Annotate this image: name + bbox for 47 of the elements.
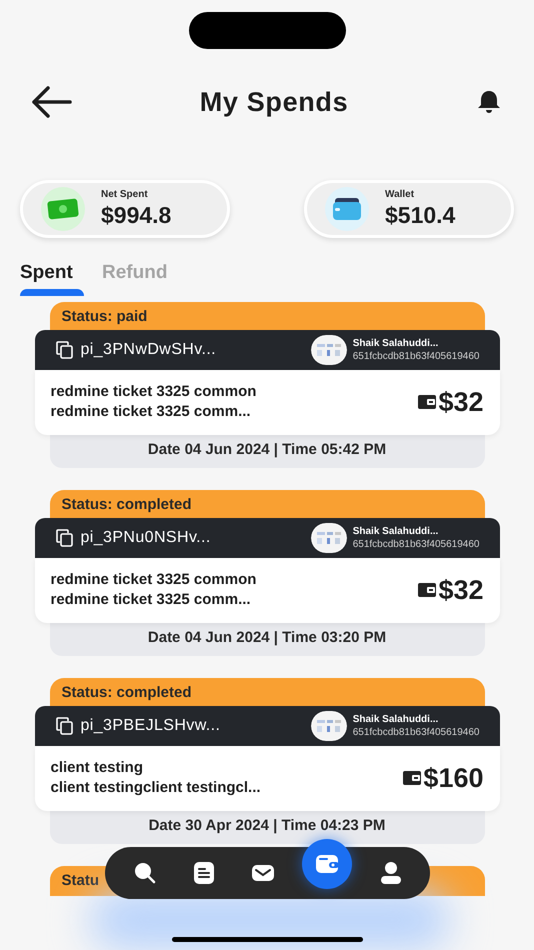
description-line: redmine ticket 3325 common — [50, 570, 256, 590]
status-label: Status: completed — [62, 684, 192, 700]
tab[interactable]: Spent — [20, 259, 84, 296]
summary-amount: $510.4 — [385, 201, 456, 229]
notification-icon[interactable] — [476, 89, 502, 115]
user-id: 651fcbcdb81b63f405619460 — [352, 538, 480, 550]
user-id: 651fcbcdb81b63f405619460 — [352, 726, 480, 738]
amount: $32 — [438, 574, 484, 607]
payment-id: pi_3PNwDwSHv... — [80, 340, 216, 360]
user-id: 651fcbcdb81b63f405619460 — [352, 350, 480, 362]
date-time: Date 30 Apr 2024 | Time 04:23 PM — [148, 816, 386, 836]
mail-icon[interactable] — [250, 864, 274, 882]
wallet-icon — [332, 197, 362, 221]
wallet-icon — [418, 395, 436, 409]
copy-icon[interactable] — [54, 340, 72, 358]
user-name: Shaik Salahuddi... — [352, 712, 440, 726]
nav-item[interactable] — [302, 839, 352, 889]
description-line: client testing — [50, 758, 144, 778]
cash-icon — [47, 198, 79, 220]
search-icon[interactable] — [132, 861, 156, 885]
copy-icon[interactable] — [54, 528, 72, 546]
description-line: redmine ticket 3325 comm... — [50, 590, 252, 610]
description-line: client testingclient testingcl... — [50, 778, 261, 798]
description-line: redmine ticket 3325 common — [50, 382, 256, 402]
summary-amount: $994.8 — [101, 201, 172, 229]
document-icon[interactable] — [192, 861, 214, 885]
profile-icon[interactable] — [380, 861, 402, 885]
status-label: Status: paid — [62, 308, 148, 324]
status-label: Status: completed — [62, 496, 192, 512]
wallet-icon — [418, 583, 436, 597]
status-label: Statu — [62, 872, 99, 888]
wallet-icon — [403, 771, 422, 785]
page-title: My Spends — [198, 86, 350, 119]
summary-label: Wallet — [385, 189, 416, 201]
payment-id: pi_3PBEJLSHvw... — [80, 716, 220, 736]
summary-label: Net Spent — [101, 189, 149, 201]
date-time: Date 04 Jun 2024 | Time 03:20 PM — [148, 628, 386, 648]
amount: $160 — [423, 762, 484, 795]
payment-id: pi_3PNu0NSHv... — [80, 528, 211, 548]
description-line: redmine ticket 3325 comm... — [50, 402, 252, 422]
wallet-icon[interactable] — [314, 854, 338, 874]
amount: $32 — [438, 386, 484, 419]
copy-icon[interactable] — [54, 716, 72, 734]
user-name: Shaik Salahuddi... — [352, 336, 440, 350]
date-time: Date 04 Jun 2024 | Time 05:42 PM — [148, 440, 386, 460]
user-name: Shaik Salahuddi... — [352, 524, 440, 538]
back-button[interactable] — [30, 85, 72, 119]
